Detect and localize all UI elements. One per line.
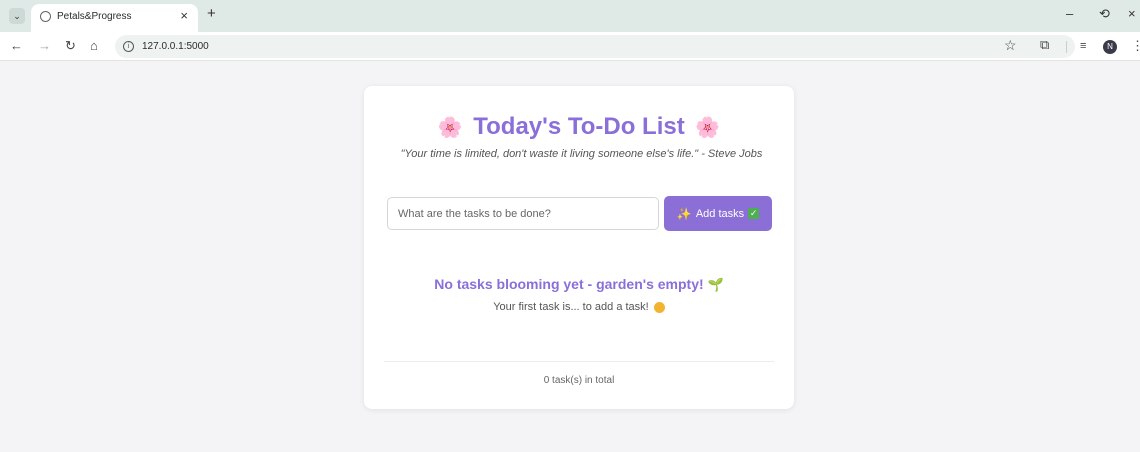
- empty-state-subtitle: Your first task is... to add a task!: [364, 301, 794, 313]
- close-window-icon[interactable]: ×: [1128, 6, 1136, 22]
- reload-icon[interactable]: ↻: [65, 38, 76, 54]
- task-count: 0 task(s) in total: [543, 375, 615, 386]
- home-icon[interactable]: ⌂: [90, 38, 98, 54]
- todo-card: 🌸 Today's To-Do List 🌸 "Your time is lim…: [364, 86, 794, 409]
- empty-subtitle-text: Your first task is... to add a task!: [493, 301, 649, 313]
- smile-icon: [653, 301, 665, 313]
- address-bar[interactable]: i 127.0.0.1:5000: [115, 35, 1075, 58]
- tab-close-icon[interactable]: ×: [180, 9, 188, 23]
- seedling-icon: 🌱: [707, 277, 724, 292]
- back-icon[interactable]: ←: [10, 38, 23, 54]
- browser-menu-icon[interactable]: ⋮: [1131, 38, 1140, 54]
- restore-icon[interactable]: ⟲: [1099, 6, 1110, 22]
- info-icon[interactable]: i: [123, 41, 134, 52]
- media-control-icon[interactable]: ≡: [1080, 38, 1086, 54]
- browser-tabstrip: ⌄ Petals&Progress × + – ⟲ ×: [0, 0, 1140, 32]
- task-input[interactable]: [387, 197, 659, 230]
- tab-title: Petals&Progress: [57, 11, 132, 22]
- browser-toolbar: ← → ↻ ⌂ i 127.0.0.1:5000 ☆ ⧉ ≡ N ⋮: [0, 32, 1140, 61]
- url-text: 127.0.0.1:5000: [142, 41, 209, 52]
- globe-icon: [40, 11, 51, 22]
- title-row: 🌸 Today's To-Do List 🌸: [364, 113, 794, 141]
- add-tasks-button[interactable]: ✨ Add tasks ✓: [664, 196, 772, 231]
- bookmark-star-icon[interactable]: ☆: [1004, 37, 1017, 53]
- profile-avatar[interactable]: N: [1103, 40, 1117, 54]
- footer-divider: [384, 361, 774, 362]
- flower-icon: 🌸: [437, 116, 463, 139]
- flower-icon: 🌸: [695, 116, 721, 139]
- tab-search-icon[interactable]: ⌄: [9, 8, 25, 24]
- minimize-icon[interactable]: –: [1066, 6, 1073, 22]
- page-title: Today's To-Do List: [473, 113, 685, 140]
- forward-icon[interactable]: →: [38, 38, 51, 54]
- sparkle-icon: ✨: [676, 206, 692, 221]
- quote-text: "Your time is limited, don't waste it li…: [400, 148, 763, 160]
- check-icon: ✓: [748, 208, 760, 219]
- empty-state-title: No tasks blooming yet - garden's empty! …: [364, 276, 794, 293]
- toolbar-divider: [1066, 41, 1067, 53]
- empty-title-text: No tasks blooming yet - garden's empty!: [434, 276, 704, 292]
- extensions-icon[interactable]: ⧉: [1040, 37, 1049, 53]
- browser-tab[interactable]: Petals&Progress ×: [31, 4, 198, 32]
- add-tasks-label: Add tasks: [695, 207, 745, 220]
- new-tab-icon[interactable]: +: [207, 6, 216, 22]
- page-viewport: 🌸 Today's To-Do List 🌸 "Your time is lim…: [0, 61, 1140, 452]
